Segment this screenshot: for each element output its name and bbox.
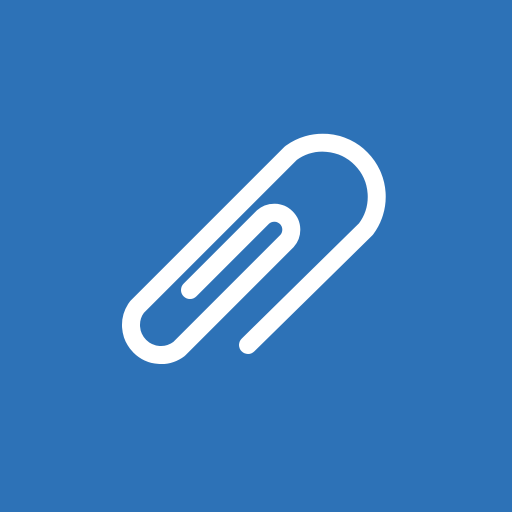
- paperclip-icon: [122, 133, 386, 364]
- attachment-app-icon: [0, 0, 512, 512]
